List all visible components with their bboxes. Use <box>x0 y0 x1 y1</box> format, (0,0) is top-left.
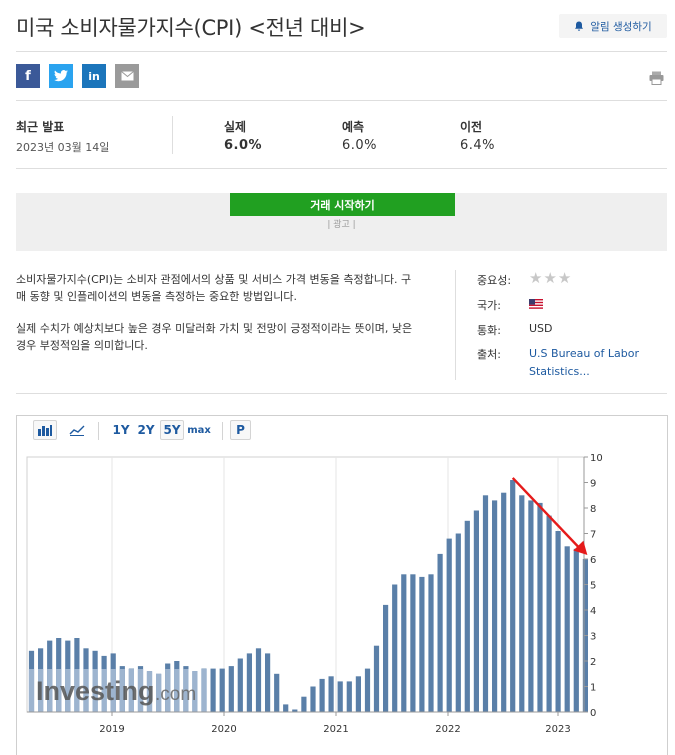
chart-bar <box>455 533 461 712</box>
y-tick-label: 5 <box>590 581 596 592</box>
chart-bar <box>210 668 216 712</box>
chart-bar <box>546 515 552 712</box>
chart-bar <box>564 546 570 713</box>
y-tick-label: 0 <box>590 708 596 719</box>
chart-bar <box>555 531 561 712</box>
y-tick-label: 8 <box>590 504 596 515</box>
y-tick-label: 2 <box>590 657 596 668</box>
chart-bar-shade <box>28 669 35 712</box>
y-tick-label: 4 <box>590 606 596 617</box>
chart-bar <box>237 658 243 712</box>
plot-frame <box>26 456 585 713</box>
y-tick-label: 1 <box>590 683 596 694</box>
chart-bar <box>428 574 434 712</box>
chart-bar <box>383 604 389 712</box>
chart-bar <box>346 681 352 712</box>
y-tick-label: 9 <box>590 479 596 490</box>
chart-bar <box>446 538 452 712</box>
chart-bar <box>492 500 498 712</box>
chart-bar <box>373 645 380 712</box>
chart-bar <box>364 668 371 712</box>
chart-bar <box>464 520 470 713</box>
chart-bar <box>265 653 271 712</box>
y-tick-label: 10 <box>590 453 603 464</box>
chart-bar <box>355 676 361 712</box>
y-tick-label: 3 <box>590 632 596 643</box>
chart-bar <box>392 584 398 712</box>
chart-bar <box>246 653 252 712</box>
chart-bar <box>419 576 425 712</box>
chart-bar <box>337 681 343 712</box>
x-tick-label: 2020 <box>211 724 236 735</box>
x-tick-label: 2021 <box>323 724 348 735</box>
chart-bar <box>510 480 516 712</box>
chart-bar <box>401 574 407 712</box>
chart-bar <box>283 704 289 712</box>
chart-bar <box>519 495 525 713</box>
x-tick-label: 2022 <box>435 724 460 735</box>
x-tick-label: 2019 <box>99 724 124 735</box>
chart-bar <box>255 648 262 713</box>
chart-bar <box>528 500 534 712</box>
chart-bar <box>482 495 489 713</box>
chart-bar <box>301 696 307 712</box>
investing-watermark: Investing .com <box>36 676 196 706</box>
chart-bar <box>328 676 334 712</box>
y-tick-label: 6 <box>590 555 596 566</box>
chart-bar-shade <box>201 669 207 712</box>
x-tick-label: 2023 <box>545 724 570 735</box>
chart-bar <box>319 678 325 712</box>
chart-bar <box>219 668 225 712</box>
cpi-bar-chart: Investing .com 0 1 2 3 4 5 6 7 8 9 10 2019 2020 2021 2… <box>26 453 603 735</box>
chart-bar <box>437 553 443 712</box>
chart-bar <box>410 574 416 712</box>
chart-bar <box>573 548 579 712</box>
chart-bar <box>274 673 280 713</box>
chart-grid <box>26 456 585 713</box>
y-tick-label: 7 <box>590 530 596 541</box>
chart-bar <box>537 502 543 712</box>
watermark-suffix: .com <box>155 684 196 705</box>
chart-bar <box>228 666 234 712</box>
chart-bar <box>501 492 507 712</box>
watermark-brand: Investing <box>36 676 155 706</box>
chart-bar <box>473 510 479 712</box>
chart-bar <box>310 686 316 712</box>
